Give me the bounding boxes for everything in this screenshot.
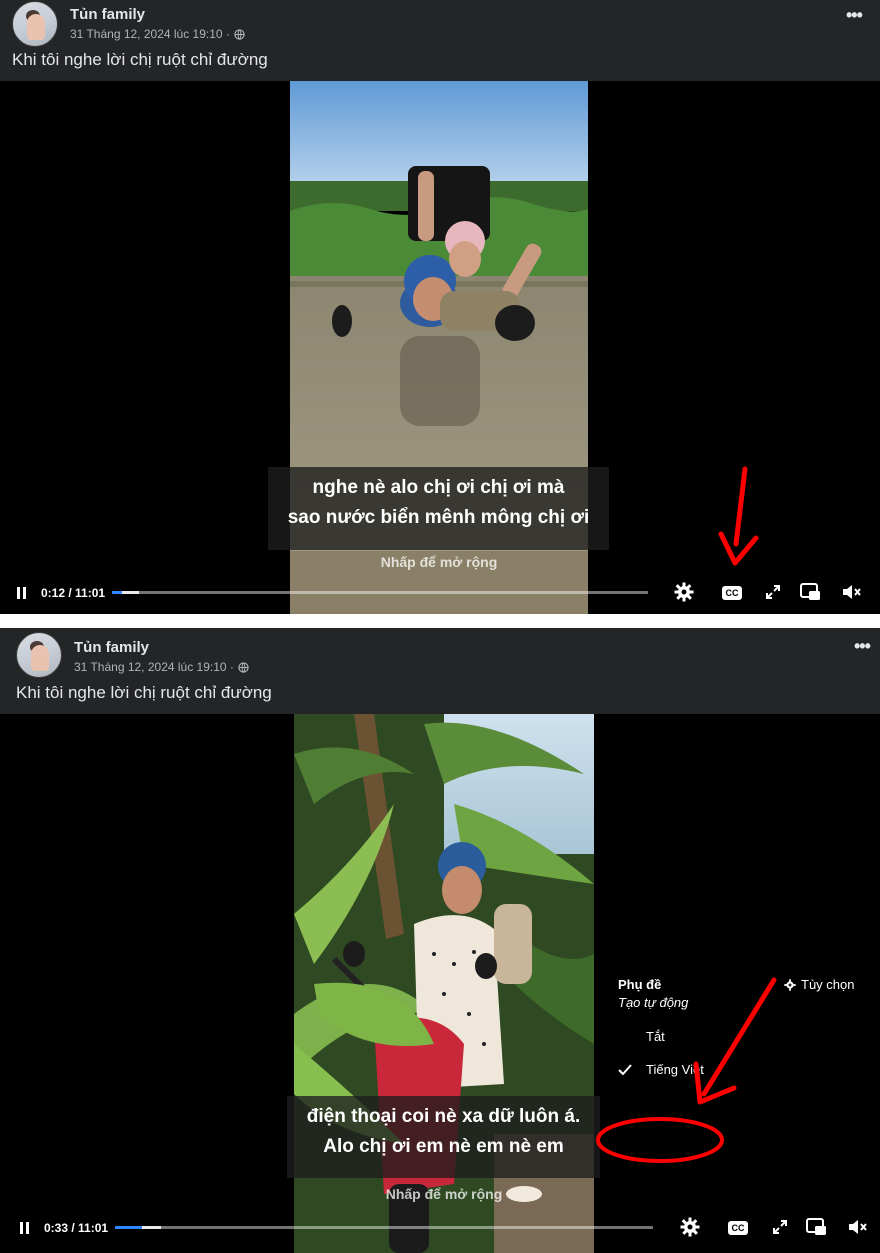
expand-icon[interactable] [765,584,781,600]
captions-options-label: Tùy chọn [801,977,855,992]
post-date: 31 Tháng 12, 2024 lúc 19:10 · [70,27,230,41]
video-time: 0:33 / 11:01 [44,1221,109,1235]
closed-captions-button[interactable]: CC [728,1221,748,1235]
volume-muted-icon[interactable] [848,1218,868,1236]
gear-icon [784,978,796,991]
post-caption: Khi tôi nghe lời chị ruột chỉ đường [16,683,272,702]
progress-fill [112,591,122,594]
red-ellipse-annotation [596,1117,724,1163]
progress-fill [115,1226,142,1229]
video-controls: 0:12 / 11:01 CC [0,573,880,613]
globe-icon [234,28,245,40]
globe-icon [238,661,249,673]
settings-icon[interactable] [680,1217,700,1237]
progress-bar[interactable] [115,1226,653,1229]
pause-icon[interactable] [16,587,28,599]
video-controls: 0:33 / 11:01 CC [0,1208,880,1248]
subtitle-line: sao nước biển mênh mông chị ơi [287,507,590,528]
subtitle-line: Alo chị ơi em nè em nè em [323,1136,564,1157]
captions-options-button[interactable]: Tùy chọn [784,977,854,992]
captions-menu-title: Phụ đề [618,977,662,992]
expand-icon[interactable] [772,1219,788,1235]
captions-off-option[interactable]: Tắt [646,1029,665,1044]
captions-menu-subtitle: Tạo tự động [618,995,689,1010]
pause-icon[interactable] [19,1222,31,1234]
buffered-bar [121,591,139,594]
buffered-bar [141,1226,161,1229]
post-caption: Khi tôi nghe lời chị ruột chỉ đường [12,50,268,69]
author-name[interactable]: Tủn family [74,639,149,656]
picture-in-picture-icon[interactable] [800,583,821,601]
more-options-button[interactable]: ••• [854,636,871,657]
subtitle-overlay: điện thoại coi nè xa dữ luôn á. Alo chị … [287,1096,600,1178]
closed-captions-button[interactable]: CC [722,586,742,600]
video-time: 0:12 / 11:01 [41,586,106,600]
picture-in-picture-icon[interactable] [806,1218,827,1236]
author-avatar[interactable] [16,632,62,678]
subtitle-line: nghe nè alo chị ơi chị ơi mà [312,477,565,498]
red-arrow-annotation [718,466,759,566]
author-avatar[interactable] [12,1,58,47]
post-timestamp[interactable]: 31 Tháng 12, 2024 lúc 19:10 · [74,660,249,674]
post-date: 31 Tháng 12, 2024 lúc 19:10 · [74,660,234,674]
red-arrow-annotation [693,977,777,1105]
subtitle-line: điện thoại coi nè xa dữ luôn á. [306,1106,581,1127]
video-player[interactable]: nghe nè alo chị ơi chị ơi mà sao nước bi… [0,81,880,614]
more-options-button[interactable]: ••• [846,5,863,26]
video-post: Tủn family 31 Tháng 12, 2024 lúc 19:10 ·… [0,0,880,614]
settings-icon[interactable] [674,582,694,602]
video-post: Tủn family 31 Tháng 12, 2024 lúc 19:10 ·… [0,628,880,1253]
expand-hint[interactable]: Nhấp để mở rộng [294,1186,594,1202]
progress-bar[interactable] [112,591,648,594]
author-name[interactable]: Tủn family [70,6,145,23]
checkmark-icon [618,1064,632,1075]
volume-muted-icon[interactable] [842,583,862,601]
video-player[interactable]: điện thoại coi nè xa dữ luôn á. Alo chị … [0,714,880,1253]
post-timestamp[interactable]: 31 Tháng 12, 2024 lúc 19:10 · [70,27,245,41]
subtitle-overlay: nghe nè alo chị ơi chị ơi mà sao nước bi… [268,467,609,550]
expand-hint[interactable]: Nhấp để mở rộng [290,554,588,570]
